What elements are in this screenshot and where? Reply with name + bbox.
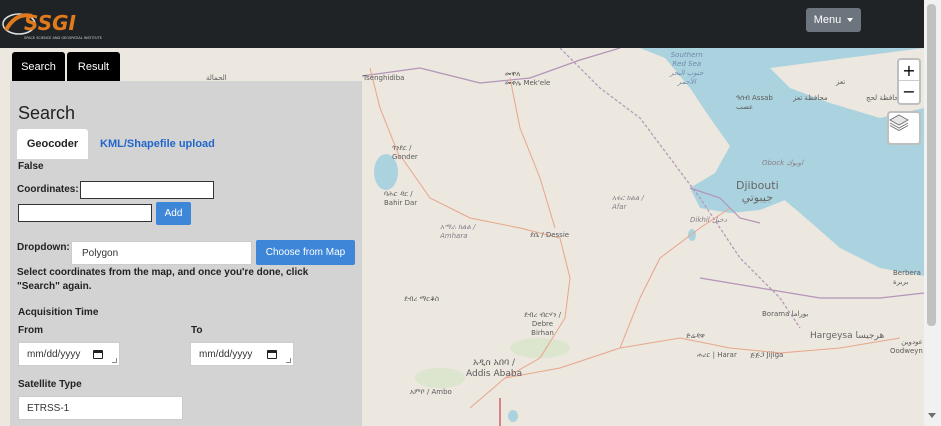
map-label-assab: ዓሰብ Assab عصب [736,94,773,111]
map-label-southern-red-sea: Southern Red Sea جنوب البحر الأحمر [670,51,704,86]
scrollbar-thumb[interactable] [927,4,936,326]
menu-label: Menu [813,14,842,26]
zoom-control: + − [897,58,921,105]
map-label-debre-birhan: ደብረ ብርሃን / Debre Birhan [524,311,561,337]
navbar: SSGI SPACE SCIENCE AND GEOSPATIAL INSTIT… [0,0,924,48]
second-coordinate-input[interactable] [18,204,152,222]
map-label-berbera: Berbera بربرة [893,269,921,286]
map-label-yemen-gov: محافظة تعز [793,94,828,102]
map-label-afar: አፋር ክልል / Afar [612,194,644,211]
map-label-bahir-dar: ባሕር ዳር / Bahir Dar [384,190,418,207]
map-label-tsenghidiba: Tsenghidiba [363,74,405,82]
map-label-debre-markos: ደብረ ማርቆስ [404,295,440,303]
coordinates-input[interactable] [80,181,214,199]
tab-kml-shapefile-upload[interactable]: KML/Shapefile upload [100,129,215,159]
svg-text:SSGI: SSGI [24,11,77,35]
ssgi-logo[interactable]: SSGI SPACE SCIENCE AND GEOSPATIAL INSTIT… [2,6,124,42]
from-date-placeholder: mm/dd/yyyy [27,348,81,360]
satellite-type-select[interactable]: ETRSS-1 [18,396,183,420]
map-label-borama: Borama بوراما [762,310,809,318]
to-date-placeholder: mm/dd/yyyy [199,348,253,360]
map-label-ambo: አምቦ / Ambo [410,388,452,396]
search-panel: Search Geocoder KML/Shapefile upload Fal… [10,81,362,426]
map-label-hargeysa: Hargeysa هرجيسا [810,331,885,341]
map-label-oodweyne: عودوين Oodweyn [890,338,923,355]
panel-title: Search [18,103,76,123]
resize-handle-icon [112,358,117,363]
to-date-input[interactable]: mm/dd/yyyy [190,342,294,366]
menu-button[interactable]: Menu [806,8,861,32]
map-label-dessie: ደሴ / Dessie [530,231,570,239]
layers-icon [889,114,909,131]
hint-text-line2: "Search" again. [17,281,92,292]
main-tabs: Search Result [12,52,120,81]
acquisition-time-label: Acquisition Time [18,307,99,318]
map-label-djibouti: Djibouti جيبوتي [736,179,779,204]
map-label-harar: ሐረር | Harar [697,351,737,359]
coordinates-label: Coordinates: [17,184,79,195]
scroll-down-arrow-icon[interactable] [928,413,936,418]
tab-result[interactable]: Result [67,52,120,81]
page-scrollbar[interactable] [924,0,941,426]
map-label-jijiga: ጅጅጋ Jijiga [750,351,784,359]
map-label-mekele: መቐለ መቀሌ Mek'ele [505,70,551,87]
from-date-input[interactable]: mm/dd/yyyy [18,342,120,366]
dropdown-select[interactable]: Polygon [71,241,252,265]
map-label-gonder: ጎንደር / Gonder [392,144,418,161]
map-label-dikhil: Dikhil دخيل [690,216,727,224]
false-text: False [18,161,44,172]
add-button[interactable]: Add [156,202,191,225]
choose-from-map-button[interactable]: Choose from Map [256,240,355,265]
to-label: To [191,325,203,336]
from-label: From [18,325,43,336]
hint-text-line1: Select coordinates from the map, and onc… [17,267,309,278]
tab-geocoder[interactable]: Geocoder [17,129,88,159]
resize-handle-icon [286,358,291,363]
map-label-obock: Obock اوبوك [762,159,804,167]
map-label-amhara: አማራ ክልል / Amhara [440,223,476,240]
svg-text:SPACE SCIENCE AND GEOSPATIAL I: SPACE SCIENCE AND GEOSPATIAL INSTITUTE [24,36,102,40]
zoom-in-button[interactable]: + [899,60,919,81]
layers-button[interactable] [887,111,921,145]
tab-search[interactable]: Search [12,52,65,81]
calendar-icon[interactable] [267,350,277,359]
map-label-addis-ababa: አዲስ አበባ / Addis Ababa [466,358,523,379]
caret-down-icon [847,18,854,22]
dropdown-label: Dropdown: [17,242,70,253]
map-label-taiz: تعز [836,78,846,86]
calendar-icon[interactable] [93,350,103,359]
zoom-out-button[interactable]: − [899,81,919,102]
map-label-dire-dawa: ድሬዳዋ [686,332,705,340]
satellite-type-label: Satellite Type [18,379,82,390]
